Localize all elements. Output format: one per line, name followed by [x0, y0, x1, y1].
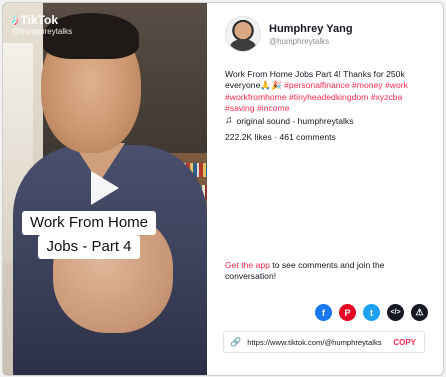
hashtag-link[interactable]: #workfromhome [225, 92, 287, 102]
video-player[interactable]: ♪ TikTok @humphreytalks Work From Home J… [3, 3, 207, 375]
hashtag-link[interactable]: #money [352, 80, 383, 90]
play-icon[interactable] [91, 171, 119, 205]
copy-link-field[interactable]: 🔗 https://www.tiktok.com/@humphreytalks … [223, 331, 425, 353]
tiktok-note-icon: ♪ [12, 12, 19, 27]
facebook-icon[interactable]: f [315, 304, 332, 321]
sound-link[interactable]: ♫ original sound - humphreytalks [225, 115, 354, 126]
video-handle[interactable]: @humphreytalks [12, 27, 72, 36]
hashtag-link[interactable]: #personalfinance [284, 80, 349, 90]
info-panel: Humphrey Yang @humphreytalks Work From H… [207, 3, 443, 375]
report-icon[interactable]: ⚠ [411, 304, 428, 321]
link-icon: 🔗 [230, 336, 242, 347]
video-caption: Work From Home Jobs - Part 4 [19, 211, 159, 259]
hashtag-link[interactable]: #xyzcba [371, 92, 403, 102]
tiktok-wordmark: TikTok [20, 12, 59, 27]
get-app-prompt: Get the app to see comments and join the… [225, 260, 425, 283]
hashtag-link[interactable]: #income [257, 103, 289, 113]
author-name[interactable]: Humphrey Yang [269, 23, 353, 35]
copy-button[interactable]: COPY [393, 338, 416, 347]
hashtag-link[interactable]: #saving [225, 103, 255, 113]
video-stats: 222.2K likes · 461 comments [225, 132, 336, 142]
author-text: Humphrey Yang @humphreytalks [269, 23, 353, 46]
share-buttons: f P t </> ⚠ [315, 304, 428, 321]
video-description: Work From Home Jobs Part 4! Thanks for 2… [225, 69, 425, 115]
hashtag-link[interactable]: #tinyheadedkingdom [289, 92, 368, 102]
tiktok-embed-card: ♪ TikTok @humphreytalks Work From Home J… [2, 2, 444, 376]
music-note-icon: ♫ [225, 115, 233, 126]
link-url[interactable]: https://www.tiktok.com/@humphreytalks [247, 338, 393, 347]
pinterest-icon[interactable]: P [339, 304, 356, 321]
avatar[interactable] [225, 16, 261, 52]
tiktok-logo[interactable]: ♪ TikTok [12, 12, 58, 27]
embed-icon[interactable]: </> [387, 304, 404, 321]
twitter-icon[interactable]: t [363, 304, 380, 321]
author-handle[interactable]: @humphreytalks [269, 37, 353, 46]
hashtag-link[interactable]: #work [385, 80, 408, 90]
get-app-link[interactable]: Get the app [225, 260, 270, 270]
caption-line-1: Work From Home [21, 211, 157, 235]
caption-line-2: Jobs - Part 4 [38, 235, 140, 259]
author-header[interactable]: Humphrey Yang @humphreytalks [225, 16, 353, 52]
sound-label: original sound - humphreytalks [236, 115, 354, 126]
